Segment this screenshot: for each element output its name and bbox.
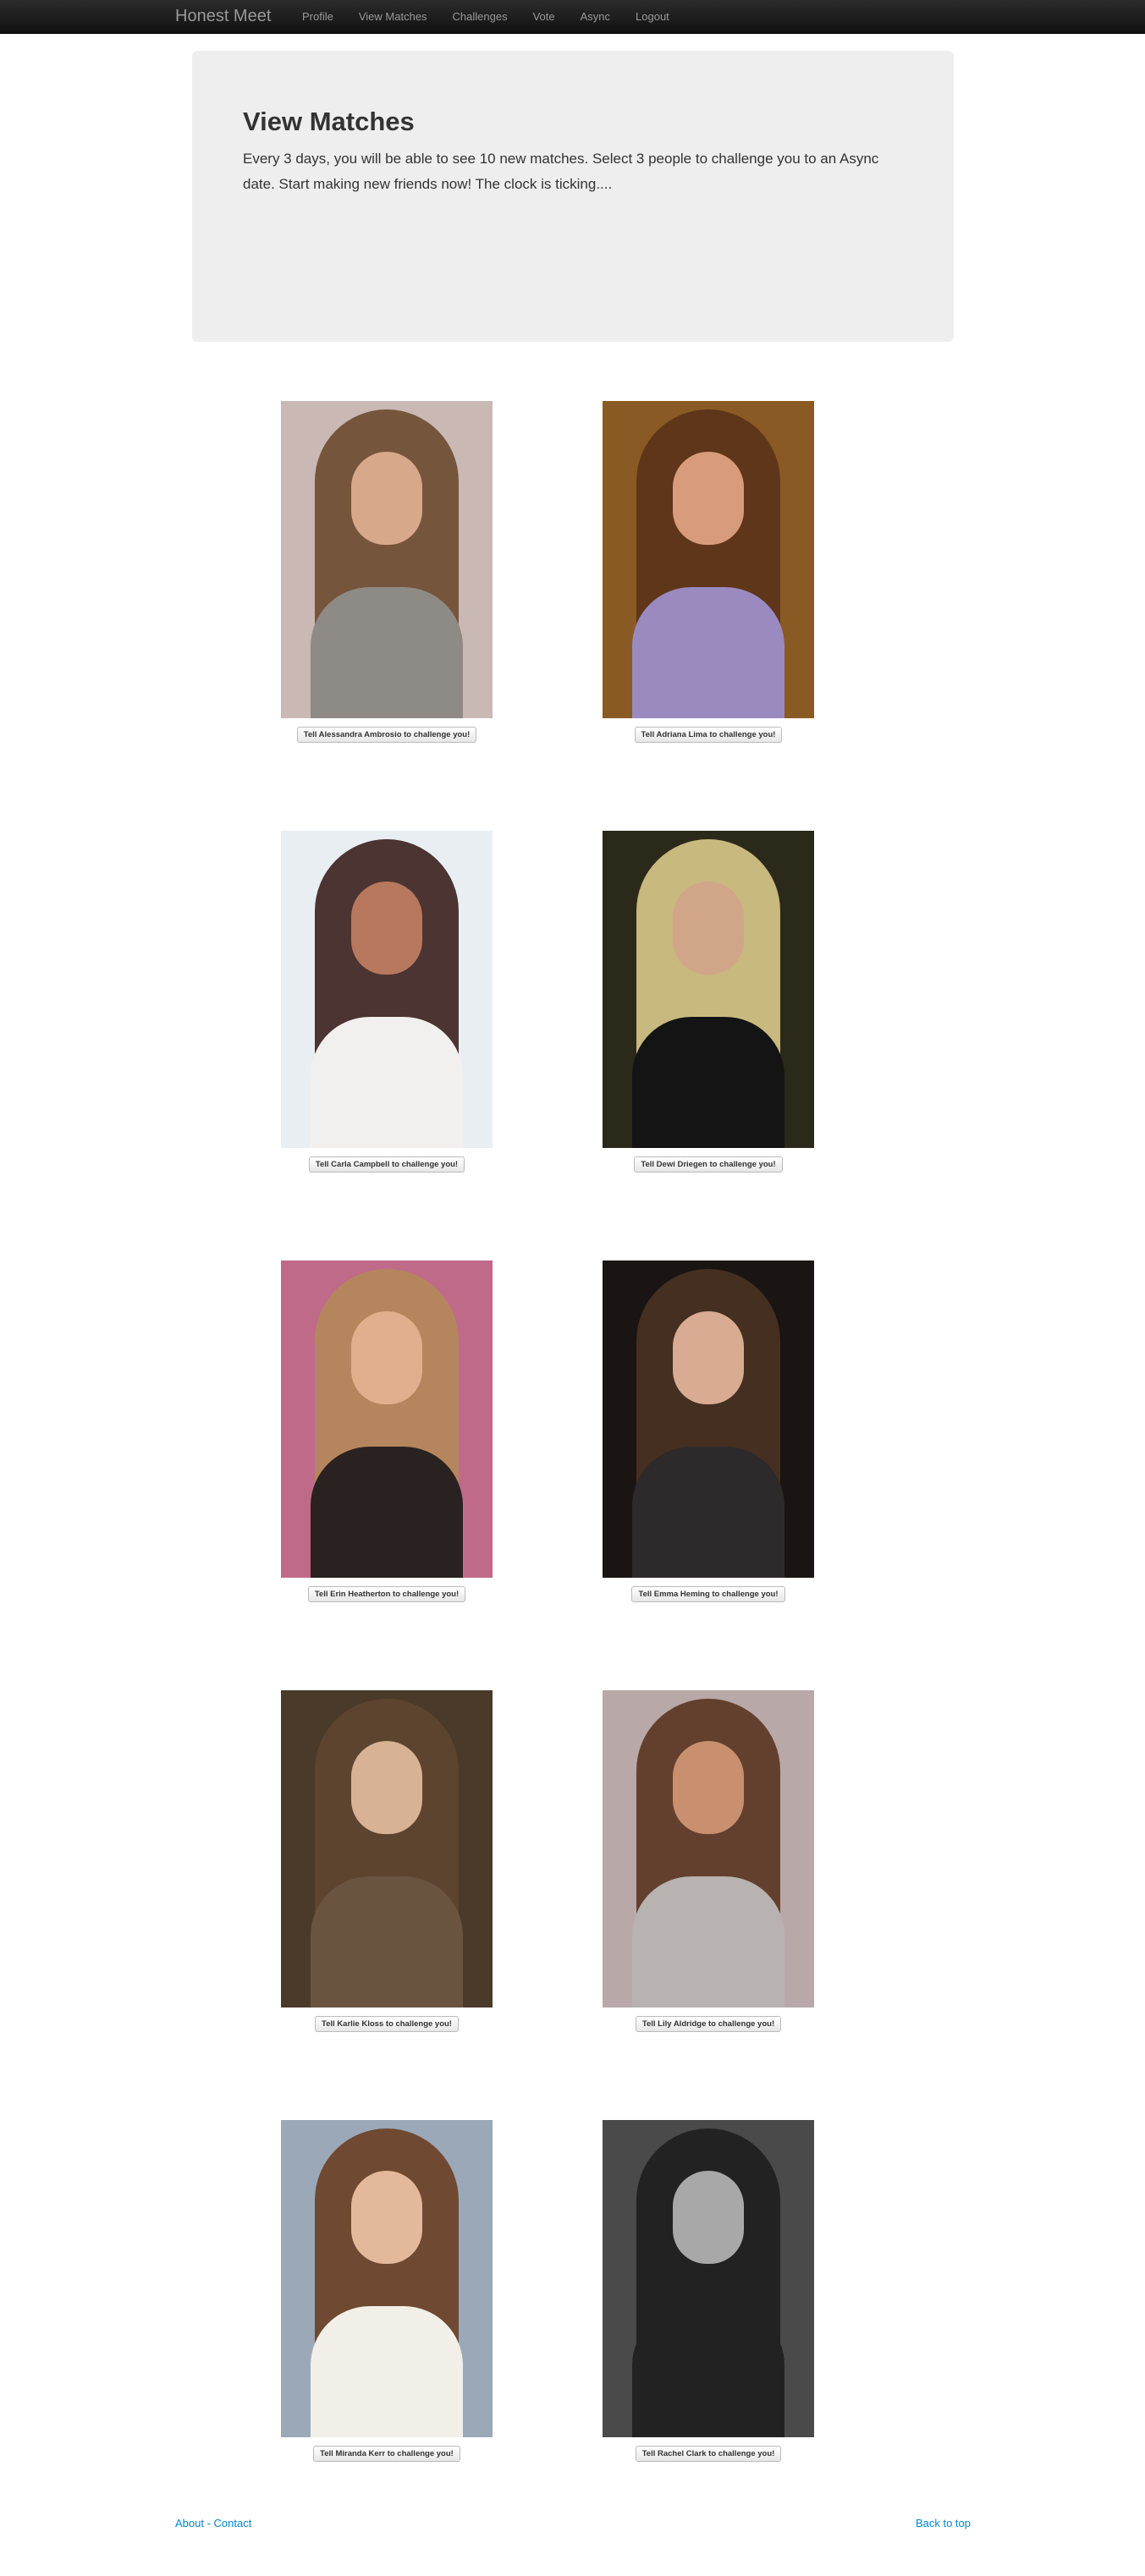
match-card: Tell Lily Aldridge to challenge you!: [603, 1690, 814, 2032]
nav-link-profile[interactable]: Profile: [289, 0, 346, 34]
photo-face: [351, 1741, 422, 1834]
match-photo: [281, 2120, 493, 2437]
challenge-button[interactable]: Tell Erin Heatherton to challenge you!: [307, 1586, 466, 1602]
challenge-button[interactable]: Tell Alessandra Ambrosio to challenge yo…: [296, 727, 477, 743]
match-card: Tell Karlie Kloss to challenge you!: [281, 1690, 493, 2032]
photo-face: [351, 1311, 422, 1404]
match-card: Tell Rachel Clark to challenge you!: [603, 2120, 814, 2462]
photo-face: [673, 452, 744, 545]
match-photo: [281, 401, 493, 718]
photo-face: [673, 2171, 744, 2264]
hero-description: Every 3 days, you will be able to see 10…: [243, 151, 879, 192]
nav-item-challenges: Challenges: [440, 0, 520, 34]
photo-body: [632, 1876, 784, 2008]
match-card: Tell Miranda Kerr to challenge you!: [281, 2120, 493, 2462]
match-photo: [603, 2120, 814, 2437]
nav-item-logout: Logout: [623, 0, 682, 34]
main-nav: Profile View Matches Challenges Vote Asy…: [289, 0, 682, 34]
challenge-button[interactable]: Tell Adriana Lima to challenge you!: [634, 727, 783, 743]
footer-separator: -: [203, 2517, 214, 2529]
back-to-top-link[interactable]: Back to top: [916, 2517, 971, 2529]
match-card: Tell Adriana Lima to challenge you!: [603, 401, 814, 743]
nav-link-vote[interactable]: Vote: [520, 0, 568, 34]
photo-body: [311, 587, 463, 718]
nav-link-logout[interactable]: Logout: [623, 0, 682, 34]
photo-body: [311, 1876, 463, 2008]
photo-face: [351, 882, 422, 975]
photo-body: [632, 587, 784, 718]
challenge-button[interactable]: Tell Dewi Driegen to challenge you!: [634, 1156, 783, 1173]
photo-body: [632, 1447, 784, 1578]
photo-face: [673, 882, 744, 975]
photo-body: [632, 1017, 784, 1148]
challenge-button[interactable]: Tell Lily Aldridge to challenge you!: [635, 2016, 782, 2032]
photo-body: [311, 1447, 463, 1578]
match-card: Tell Carla Campbell to challenge you!: [281, 831, 493, 1173]
match-photo: [281, 1690, 493, 2008]
match-card: Tell Erin Heatherton to challenge you!: [281, 1261, 493, 1602]
nav-item-profile: Profile: [289, 0, 346, 34]
match-photo: [603, 1690, 814, 2008]
hero-unit: View Matches Every 3 days, you will be a…: [192, 51, 954, 342]
brand-logo[interactable]: Honest Meet: [175, 7, 271, 26]
match-photo: [603, 831, 814, 1148]
match-card: Tell Emma Heming to challenge you!: [603, 1261, 814, 1602]
photo-face: [351, 2171, 422, 2264]
nav-item-view-matches: View Matches: [346, 0, 440, 34]
photo-face: [673, 1311, 744, 1404]
match-card: Tell Alessandra Ambrosio to challenge yo…: [281, 401, 493, 743]
match-photo: [603, 1261, 814, 1578]
top-navbar: Honest Meet Profile View Matches Challen…: [0, 0, 1145, 34]
nav-link-challenges[interactable]: Challenges: [440, 0, 520, 34]
challenge-button[interactable]: Tell Carla Campbell to challenge you!: [308, 1156, 465, 1173]
photo-face: [673, 1741, 744, 1834]
contact-link[interactable]: Contact: [214, 2517, 252, 2529]
footer-back-to-top: Back to top: [916, 2517, 971, 2529]
photo-body: [311, 1017, 463, 1148]
challenge-button[interactable]: Tell Miranda Kerr to challenge you!: [313, 2446, 460, 2462]
match-photo: [603, 401, 814, 718]
nav-item-vote: Vote: [520, 0, 568, 34]
footer-links: About - Contact: [175, 2517, 251, 2529]
nav-link-async[interactable]: Async: [568, 0, 623, 34]
page-title: View Matches: [243, 107, 415, 136]
challenge-button[interactable]: Tell Emma Heming to challenge you!: [631, 1586, 785, 1602]
challenge-button[interactable]: Tell Karlie Kloss to challenge you!: [315, 2016, 459, 2032]
photo-body: [311, 2306, 463, 2437]
match-photo: [281, 831, 493, 1148]
match-photo: [281, 1261, 493, 1578]
nav-item-async: Async: [568, 0, 623, 34]
nav-link-view-matches[interactable]: View Matches: [346, 0, 440, 34]
about-link[interactable]: About: [175, 2517, 204, 2529]
challenge-button[interactable]: Tell Rachel Clark to challenge you!: [635, 2446, 782, 2462]
match-card: Tell Dewi Driegen to challenge you!: [603, 831, 814, 1173]
photo-face: [351, 452, 422, 545]
photo-body: [632, 2306, 784, 2437]
